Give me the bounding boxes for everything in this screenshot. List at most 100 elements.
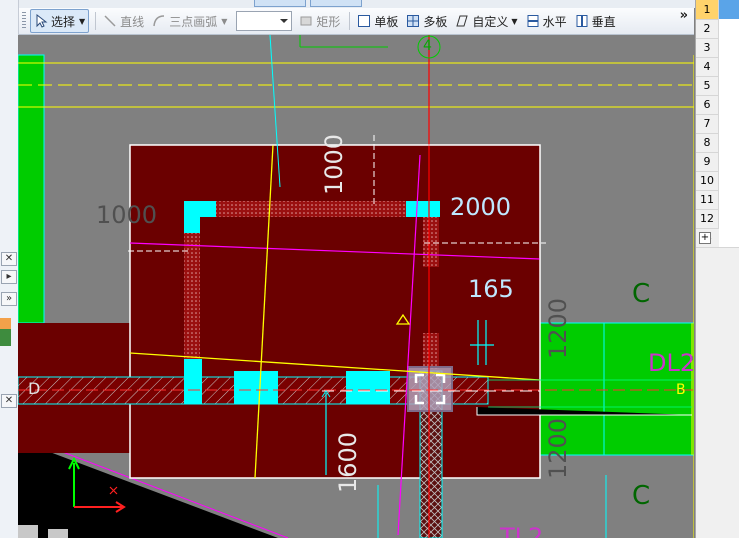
- multi-slab-button[interactable]: 多板: [403, 10, 450, 32]
- grid-row[interactable]: 7: [696, 114, 739, 134]
- left-panel-close-button[interactable]: ✕: [1, 252, 17, 266]
- column-bottom-a[interactable]: [234, 371, 278, 404]
- rectangle-button[interactable]: 矩形: [296, 10, 343, 32]
- grid-row[interactable]: 5: [696, 76, 739, 96]
- grid-label-d: D: [28, 379, 41, 398]
- grid-row-cell[interactable]: [719, 38, 739, 57]
- grid-row[interactable]: 11: [696, 190, 739, 210]
- column-bottom-b[interactable]: [346, 371, 390, 404]
- grid-row-cell[interactable]: [719, 190, 739, 209]
- vertical-button[interactable]: 垂直: [572, 10, 619, 32]
- drawing-canvas[interactable]: 4 1000 1000 2000 165 1600 1200 1200 C C …: [18, 35, 694, 538]
- toolbar-overflow-button[interactable]: »: [680, 8, 688, 23]
- dimension-label-right: 2000: [450, 193, 512, 221]
- arc-label: 三点画弧: [169, 14, 218, 29]
- left-dock-strip: ✕ ▸ » ✕: [0, 0, 19, 538]
- chevron-down-icon[interactable]: ▼: [221, 17, 227, 26]
- grid-row-number: 8: [696, 133, 719, 152]
- line-label: 直线: [120, 14, 145, 29]
- grid-row-cell[interactable]: [719, 133, 739, 152]
- horizontal-icon: [527, 15, 539, 27]
- grid-row-cell[interactable]: [719, 19, 739, 38]
- multi-slab-icon: [407, 15, 420, 27]
- custom-label: 自定义: [472, 14, 509, 29]
- column-top-right[interactable]: [406, 201, 440, 217]
- single-slab-label: 单板: [374, 14, 399, 29]
- grid-label-c-upper: C: [632, 279, 651, 309]
- toolbar-separator: [349, 12, 351, 30]
- column-bottom-left[interactable]: [184, 359, 202, 404]
- grid-row-cell[interactable]: [719, 0, 739, 19]
- chevron-down-icon[interactable]: ▼: [511, 17, 517, 26]
- left-green-zone: [18, 54, 45, 324]
- line-icon: [104, 15, 116, 27]
- grid-row-cell[interactable]: [719, 114, 739, 133]
- grid-row-number: 5: [696, 76, 719, 95]
- rectangle-label: 矩形: [316, 14, 341, 29]
- grid-row-cell[interactable]: +: [699, 228, 739, 247]
- dimension-label-side-lower: 1200: [544, 417, 572, 479]
- left-panel-close-button-2[interactable]: ✕: [1, 394, 17, 408]
- line-button[interactable]: 直线: [100, 10, 147, 32]
- grid-row[interactable]: 9: [696, 152, 739, 172]
- drawing-toolbar: 选择 ▼ 直线 三点画弧 ▼ 矩形 单板 多板 自定义 ▼ 水平 垂直 »: [18, 8, 694, 35]
- horizontal-label: 水平: [542, 14, 567, 29]
- chevron-down-icon[interactable]: ▼: [79, 17, 85, 26]
- left-panel-arrow-button[interactable]: ▸: [1, 270, 17, 284]
- left-panel-swatch: [0, 318, 11, 346]
- vertical-label: 垂直: [591, 14, 616, 29]
- horizontal-button[interactable]: 水平: [523, 10, 570, 32]
- grid-row-cell[interactable]: [719, 209, 739, 228]
- grid-row[interactable]: 12: [696, 209, 739, 229]
- top-tab-b[interactable]: [310, 0, 362, 7]
- toolbar-separator: [95, 12, 97, 30]
- grid-row-number: 9: [696, 152, 719, 171]
- grid-row-number: 10: [696, 171, 719, 190]
- beam-label-tl: TL2: [500, 523, 544, 538]
- custom-shape-icon: [456, 15, 469, 27]
- grid-row[interactable]: 10: [696, 171, 739, 191]
- select-button[interactable]: 选择 ▼: [30, 9, 90, 33]
- beam-label-dl: DL2: [648, 349, 694, 377]
- single-slab-icon: [358, 15, 371, 27]
- corner-block-a: [18, 525, 38, 538]
- grid-row[interactable]: 4: [696, 57, 739, 77]
- top-tab-a[interactable]: [254, 0, 306, 7]
- grid-label-c-lower: C: [632, 481, 651, 511]
- toolbar-grip[interactable]: [22, 12, 26, 30]
- grid-row-cell[interactable]: [719, 57, 739, 76]
- dimension-label-bottom: 1600: [334, 431, 362, 493]
- dimension-label-side-upper: 1200: [544, 297, 572, 359]
- grid-row-number: 11: [696, 190, 719, 209]
- grid-row[interactable]: 1: [696, 0, 739, 20]
- rectangle-icon: [300, 16, 312, 26]
- wall-right-upper: [423, 215, 439, 267]
- left-panel-expand-button[interactable]: »: [1, 292, 17, 306]
- vertical-icon: [576, 15, 588, 27]
- grid-row-cell[interactable]: [719, 95, 739, 114]
- grid-row-cell[interactable]: [719, 76, 739, 95]
- grid-row[interactable]: 6: [696, 95, 739, 115]
- dimension-label-top: 1000: [320, 133, 348, 195]
- grid-row[interactable]: 13+: [696, 228, 739, 248]
- grid-add-icon[interactable]: +: [699, 232, 711, 244]
- grid-row[interactable]: 3: [696, 38, 739, 58]
- grid-row-number: 2: [696, 19, 719, 38]
- three-point-arc-button[interactable]: 三点画弧 ▼: [149, 10, 230, 32]
- top-tab-strip: [0, 0, 695, 8]
- grid-row[interactable]: 8: [696, 133, 739, 153]
- arc-option-combo[interactable]: [236, 11, 293, 31]
- grid-row-number: 1: [696, 0, 719, 19]
- multi-slab-label: 多板: [423, 14, 448, 29]
- dimension-label-mid: 165: [468, 275, 514, 303]
- arc-icon: [153, 15, 165, 27]
- grid-row-number: 6: [696, 95, 719, 114]
- grid-row-number: 7: [696, 114, 719, 133]
- grid-row-cell[interactable]: [719, 152, 739, 171]
- grid-row[interactable]: 2: [696, 19, 739, 39]
- custom-button[interactable]: 自定义 ▼: [452, 10, 520, 32]
- axis-bubble-label: 4: [423, 38, 432, 54]
- grid-row-cell[interactable]: [719, 171, 739, 190]
- single-slab-button[interactable]: 单板: [354, 10, 401, 32]
- dimension-label-left: 1000: [96, 201, 158, 229]
